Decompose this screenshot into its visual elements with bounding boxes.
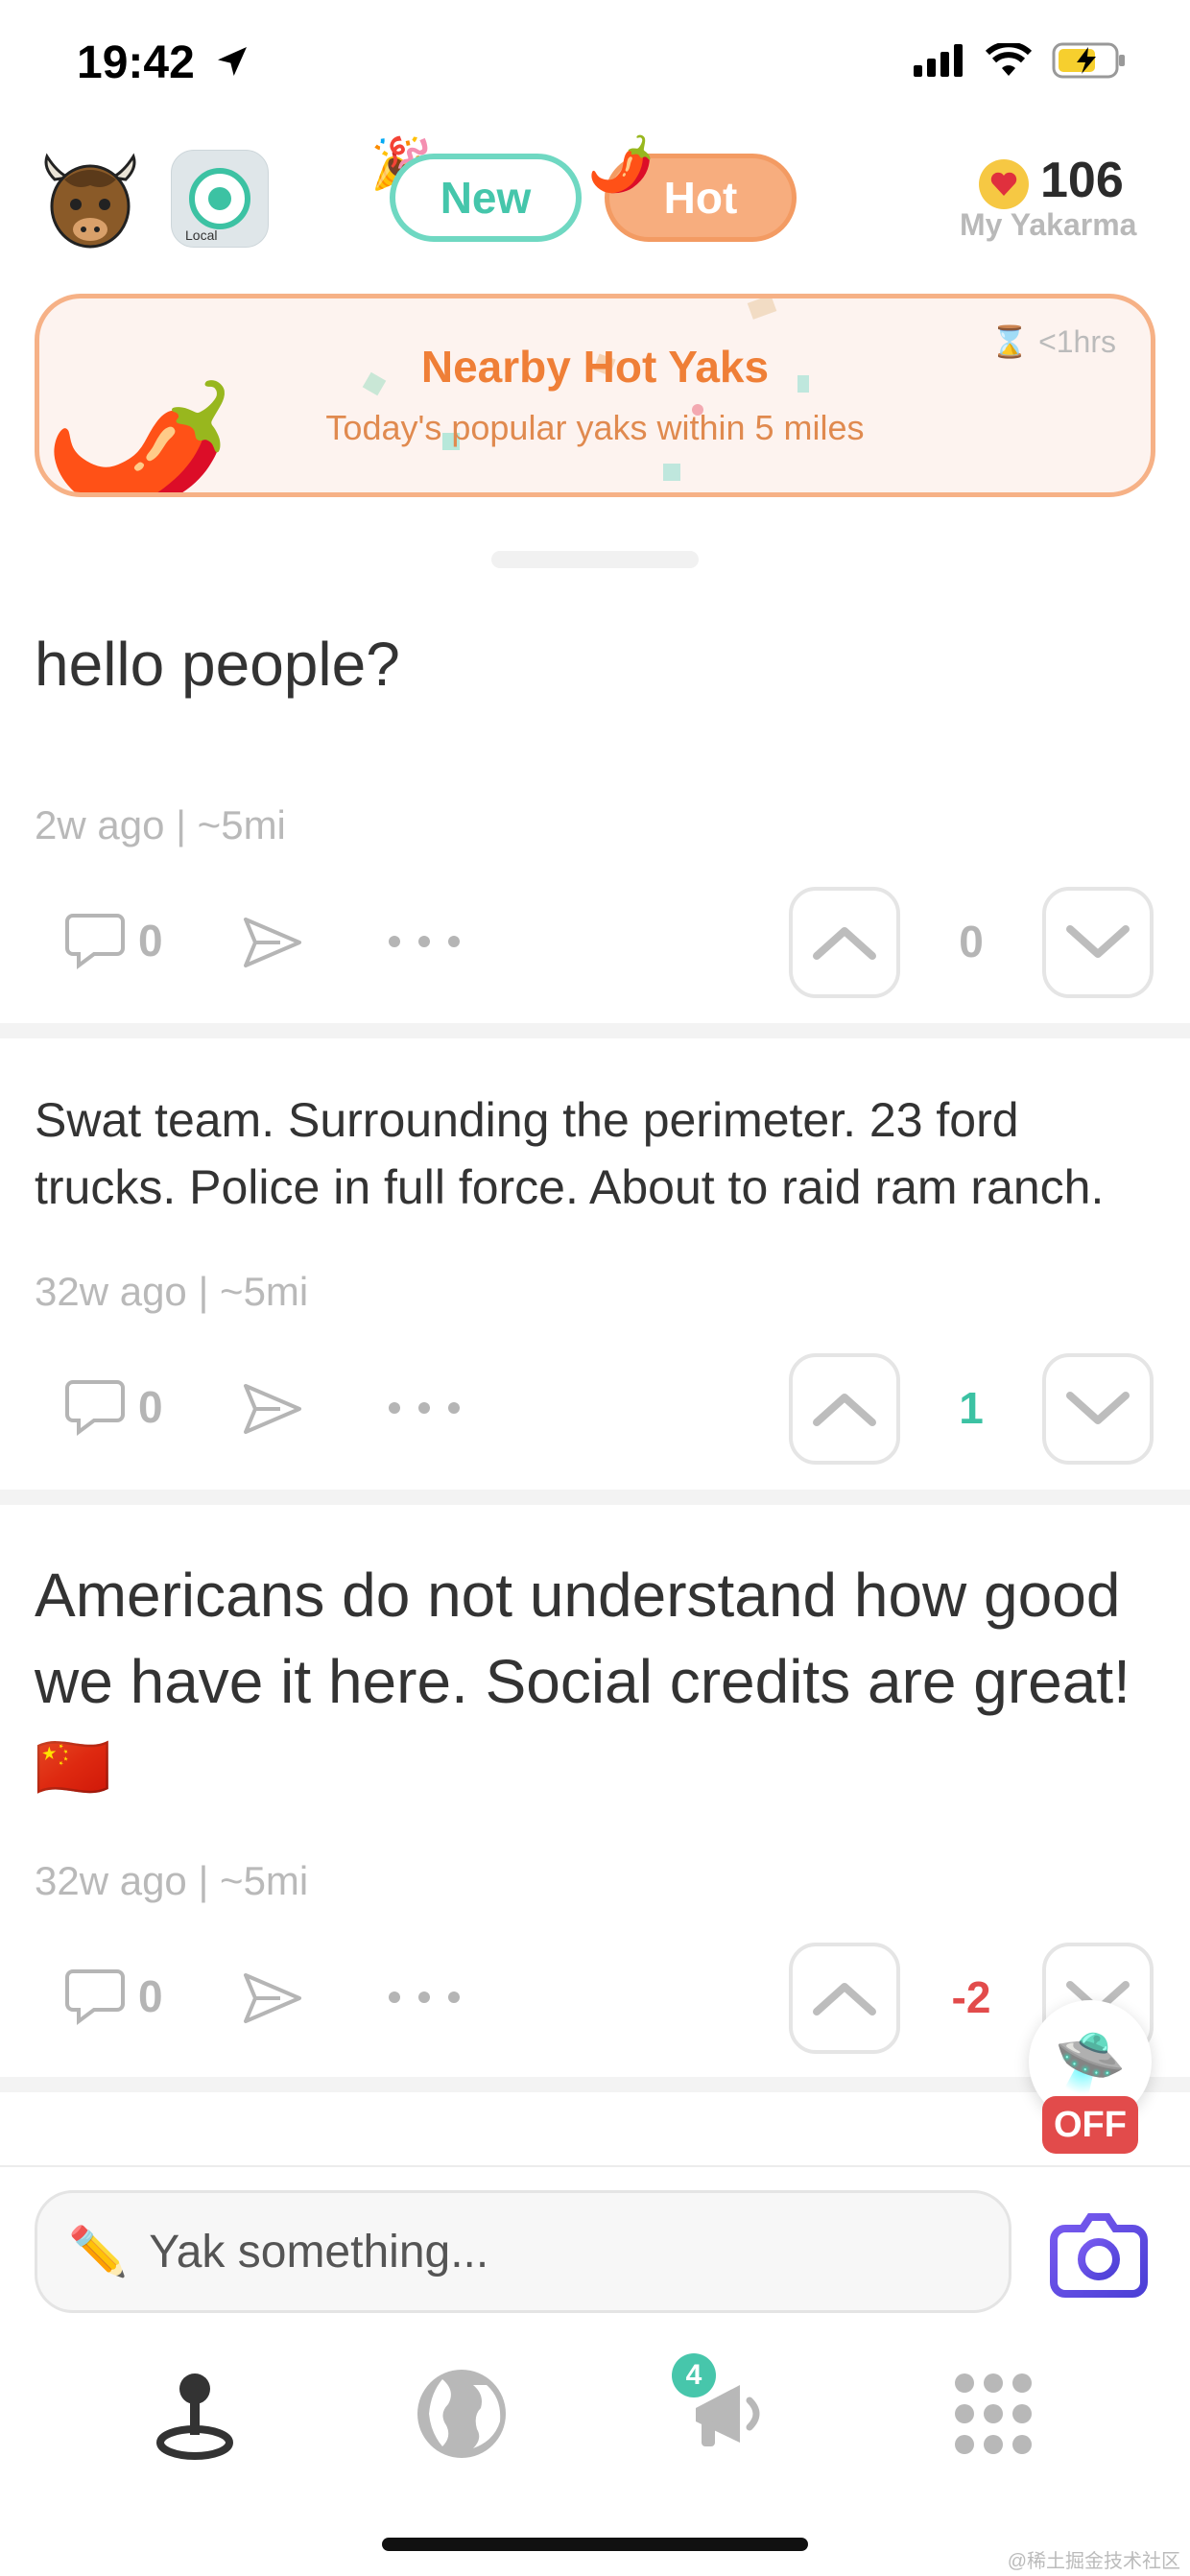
composer-placeholder: Yak something... xyxy=(149,2226,489,2278)
comment-icon xyxy=(65,1380,125,1436)
post-text[interactable]: Americans do not understand how good we … xyxy=(35,1553,1157,1811)
downvote-button[interactable] xyxy=(1042,1353,1154,1465)
wifi-icon xyxy=(985,43,1033,76)
upvote-icon xyxy=(813,927,876,960)
hourglass-icon: ⌛ xyxy=(990,324,1030,359)
vote-score: 0 xyxy=(959,917,984,966)
post-divider xyxy=(0,1490,1190,1505)
composer-divider xyxy=(0,2165,1190,2167)
comment-count: 0 xyxy=(138,1971,163,2021)
upvote-button[interactable] xyxy=(789,1353,900,1465)
post-text[interactable]: Swat team. Surrounding the perimeter. 23… xyxy=(35,1086,1157,1221)
yak-composer[interactable]: ✏️ Yak something... xyxy=(35,2190,1012,2313)
vote-score: -2 xyxy=(951,1972,991,2022)
ufo-icon: 🛸 xyxy=(1054,2029,1127,2094)
downvote-button[interactable] xyxy=(1042,887,1154,998)
status-time: 19:42 xyxy=(77,37,195,88)
heart-icon xyxy=(979,159,1029,209)
home-indicator[interactable] xyxy=(382,2538,808,2551)
comment-count: 0 xyxy=(138,916,163,966)
yakarma-label: My Yakarma xyxy=(960,207,1137,242)
location-pin-icon xyxy=(156,2373,233,2460)
more-icon[interactable] xyxy=(388,1991,461,2004)
nav-local[interactable] xyxy=(142,2361,248,2467)
yakarma-count[interactable]: 106 xyxy=(1040,152,1124,209)
comment-icon xyxy=(65,1969,125,2025)
vote-score: 1 xyxy=(959,1383,984,1433)
drag-handle[interactable] xyxy=(491,551,699,568)
downvote-icon xyxy=(1066,1392,1130,1424)
post-meta: 32w ago | ~5mi xyxy=(35,1269,309,1314)
off-badge[interactable]: OFF xyxy=(1042,2096,1138,2154)
pencil-icon: ✏️ xyxy=(68,2224,129,2278)
location-arrow-icon xyxy=(218,47,247,76)
confetti xyxy=(663,464,680,481)
notification-badge: 4 xyxy=(672,2353,716,2397)
grid-icon xyxy=(955,2373,1032,2454)
post-meta: 32w ago | ~5mi xyxy=(35,1858,309,1903)
map-target-icon xyxy=(189,168,250,229)
banner-title: Nearby Hot Yaks xyxy=(420,342,770,392)
post-divider xyxy=(0,2077,1190,2092)
hot-pepper-icon: 🌶️ xyxy=(587,133,654,194)
local-map-label: Local xyxy=(185,227,218,243)
more-icon[interactable] xyxy=(388,1401,461,1415)
share-icon[interactable] xyxy=(242,1382,303,1436)
comment-icon xyxy=(65,914,125,969)
globe-icon xyxy=(417,2370,506,2458)
profile-avatar[interactable] xyxy=(36,150,144,257)
watermark: @稀土掘金技术社区 xyxy=(1007,2551,1180,2572)
downvote-icon xyxy=(1066,925,1130,958)
share-icon[interactable] xyxy=(242,1971,303,2025)
upvote-icon xyxy=(813,1394,876,1426)
comment-button[interactable]: 0 xyxy=(65,1378,163,1436)
nav-more[interactable] xyxy=(940,2361,1046,2467)
battery-icon xyxy=(1052,42,1125,79)
post-text[interactable]: hello people? xyxy=(35,622,400,708)
upvote-button[interactable] xyxy=(789,1943,900,2054)
local-map-button[interactable]: Local xyxy=(171,150,269,248)
more-icon[interactable] xyxy=(388,935,461,948)
nearby-hot-banner[interactable]: 🌶️ Nearby Hot Yaks Today's popular yaks … xyxy=(35,294,1155,497)
comment-button[interactable]: 0 xyxy=(65,912,163,969)
comment-button[interactable]: 0 xyxy=(65,1968,163,2025)
confetti xyxy=(747,298,777,320)
nav-explore[interactable] xyxy=(409,2361,514,2467)
share-icon[interactable] xyxy=(242,916,303,969)
upvote-button[interactable] xyxy=(789,887,900,998)
status-icons xyxy=(914,42,1127,79)
upvote-icon xyxy=(813,1983,876,2015)
tab-new[interactable]: New xyxy=(390,154,582,242)
yak-avatar-icon xyxy=(44,153,136,249)
post-meta: 2w ago | ~5mi xyxy=(35,802,286,847)
banner-timer: ⌛ <1hrs xyxy=(990,323,1116,360)
camera-icon[interactable] xyxy=(1046,2200,1152,2305)
post-divider xyxy=(0,1023,1190,1038)
banner-timer-text: <1hrs xyxy=(1038,323,1116,359)
banner-subtitle: Today's popular yaks within 5 miles xyxy=(325,408,865,447)
comment-count: 0 xyxy=(138,1382,163,1432)
signal-icon xyxy=(914,44,963,77)
